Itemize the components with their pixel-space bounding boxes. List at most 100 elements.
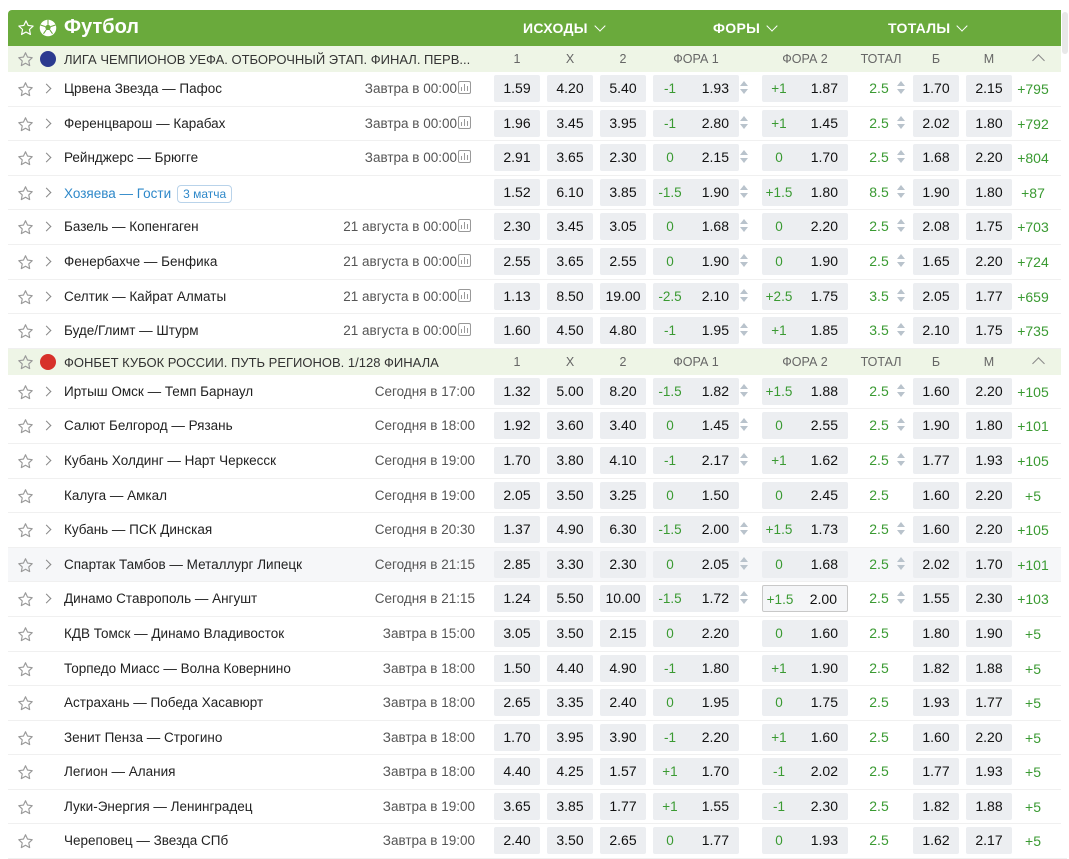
total-switch-icon[interactable] [897,591,905,607]
total-b-cell[interactable]: 2.10 [913,317,959,345]
chevron-right-icon[interactable] [41,420,52,431]
total-m-cell[interactable]: 2.15 [966,75,1012,102]
odds-cell-o1[interactable]: 2.91 [494,144,540,172]
total-b-cell[interactable]: 1.82 [913,654,959,682]
handicap-switch-icon[interactable] [739,383,748,400]
match-name[interactable]: Калуга — Амкал [64,488,167,503]
handicap-1-cell[interactable]: 0 1.50 [653,481,739,509]
odds-cell-o2[interactable]: 1.77 [600,792,646,820]
odds-cell-o1[interactable]: 1.96 [494,109,540,137]
handicap-2-cell[interactable]: 0 1.68 [762,550,848,578]
collapse-chevron-icon[interactable] [1032,54,1045,67]
favorite-star-icon[interactable] [17,730,34,747]
favorite-star-icon[interactable] [17,661,34,678]
handicap-1-cell[interactable]: -1 1.80 [653,654,739,682]
odds-cell-ox[interactable]: 4.90 [547,516,593,544]
favorite-star-icon[interactable] [17,185,34,202]
chevron-right-icon[interactable] [41,559,52,570]
odds-cell-o1[interactable]: 1.70 [494,723,540,751]
odds-cell-o2[interactable]: 4.90 [600,654,646,682]
scrollbar-track[interactable] [1061,0,1069,834]
handicap-2-cell[interactable]: 0 1.60 [762,619,848,647]
total-m-cell[interactable]: 2.20 [966,377,1012,405]
favorite-star-icon[interactable] [17,81,34,98]
odds-cell-ox[interactable]: 5.00 [547,377,593,405]
total-b-cell[interactable]: 1.82 [913,792,959,820]
odds-cell-o2[interactable]: 2.15 [600,619,646,647]
handicap-switch-icon[interactable] [739,115,748,132]
more-markets-link[interactable]: +804 [1013,150,1053,166]
match-name[interactable]: КДВ Томск — Динамо Владивосток [64,626,284,641]
handicap-2-cell[interactable]: +1.5 1.73 [762,516,848,544]
handicap-switch-icon[interactable] [739,452,748,469]
handicap-1-cell[interactable]: -1.5 1.90 [653,178,739,206]
total-m-cell[interactable]: 2.20 [966,516,1012,544]
total-switch-icon[interactable] [897,323,905,339]
match-name[interactable]: Иртыш Омск — Темп Барнаул [64,384,253,399]
favorite-star-icon[interactable] [17,19,35,37]
favorite-star-icon[interactable] [17,150,34,167]
total-b-cell[interactable]: 2.08 [913,213,959,241]
odds-cell-o2[interactable]: 19.00 [600,282,646,310]
more-markets-link[interactable]: +101 [1013,418,1053,434]
favorite-star-icon[interactable] [17,488,34,505]
total-m-cell[interactable]: 2.20 [966,481,1012,509]
statistics-icon[interactable] [458,288,471,302]
match-name[interactable]: Легион — Алания [64,764,176,779]
match-name[interactable]: Селтик — Кайрат Алматы [64,289,226,304]
favorite-star-icon[interactable] [17,626,34,643]
odds-cell-o1[interactable]: 2.30 [494,213,540,241]
handicap-2-cell[interactable]: +1.5 2.00 [762,585,848,613]
favorite-star-icon[interactable] [17,116,34,133]
scrollbar-thumb[interactable] [1062,12,1068,54]
handicap-switch-icon[interactable] [739,184,748,201]
handicap-2-cell[interactable]: 0 1.90 [762,247,848,275]
handicap-1-cell[interactable]: -1 2.20 [653,723,739,751]
odds-cell-ox[interactable]: 3.80 [547,446,593,474]
chevron-right-icon[interactable] [41,187,52,198]
handicap-2-cell[interactable]: +1 1.90 [762,654,848,682]
odds-cell-o2[interactable]: 3.95 [600,109,646,137]
odds-cell-o1[interactable]: 2.05 [494,481,540,509]
handicap-2-cell[interactable]: +1 1.45 [762,109,848,137]
match-name[interactable]: Зенит Пенза — Строгино [64,730,222,745]
odds-cell-o1[interactable]: 1.70 [494,446,540,474]
total-b-cell[interactable]: 1.77 [913,446,959,474]
total-b-cell[interactable]: 2.02 [913,109,959,137]
handicap-2-cell[interactable]: -1 2.30 [762,792,848,820]
handicap-1-cell[interactable]: -2.5 2.10 [653,282,739,310]
more-markets-link[interactable]: +105 [1013,522,1053,538]
match-name[interactable]: Спартак Тамбов — Металлург Липецк [64,557,302,572]
odds-cell-o2[interactable]: 10.00 [600,585,646,613]
handicap-switch-icon[interactable] [739,219,748,235]
more-markets-link[interactable]: +87 [1013,185,1053,201]
favorite-star-icon[interactable] [17,833,34,850]
favorite-star-icon[interactable] [17,384,34,401]
favorite-star-icon[interactable] [17,289,34,306]
odds-cell-o1[interactable]: 1.92 [494,412,540,440]
odds-cell-o2[interactable]: 2.65 [600,827,646,855]
handicap-1-cell[interactable]: 0 2.05 [653,550,739,578]
more-markets-link[interactable]: +5 [1013,695,1053,711]
odds-cell-ox[interactable]: 3.30 [547,550,593,578]
favorite-star-icon[interactable] [17,591,34,608]
odds-cell-o2[interactable]: 3.85 [600,178,646,206]
more-markets-link[interactable]: +101 [1013,557,1053,573]
odds-cell-o1[interactable]: 1.50 [494,654,540,682]
total-b-cell[interactable]: 1.60 [913,481,959,509]
more-markets-link[interactable]: +724 [1013,254,1053,270]
total-b-cell[interactable]: 2.05 [913,282,959,310]
handicap-1-cell[interactable]: -1 2.17 [653,446,739,474]
total-b-cell[interactable]: 1.60 [913,723,959,751]
statistics-icon[interactable] [458,219,471,233]
handicap-2-cell[interactable]: 0 2.20 [762,213,848,241]
total-switch-icon[interactable] [897,522,905,538]
total-b-cell[interactable]: 2.02 [913,550,959,578]
odds-cell-o1[interactable]: 3.05 [494,619,540,647]
more-markets-link[interactable]: +5 [1013,799,1053,815]
total-m-cell[interactable]: 1.80 [966,412,1012,440]
total-b-cell[interactable]: 1.68 [913,144,959,172]
favorite-star-icon[interactable] [17,354,34,371]
match-name[interactable]: Црвена Звезда — Пафос [64,81,222,96]
total-switch-icon[interactable] [897,556,905,573]
